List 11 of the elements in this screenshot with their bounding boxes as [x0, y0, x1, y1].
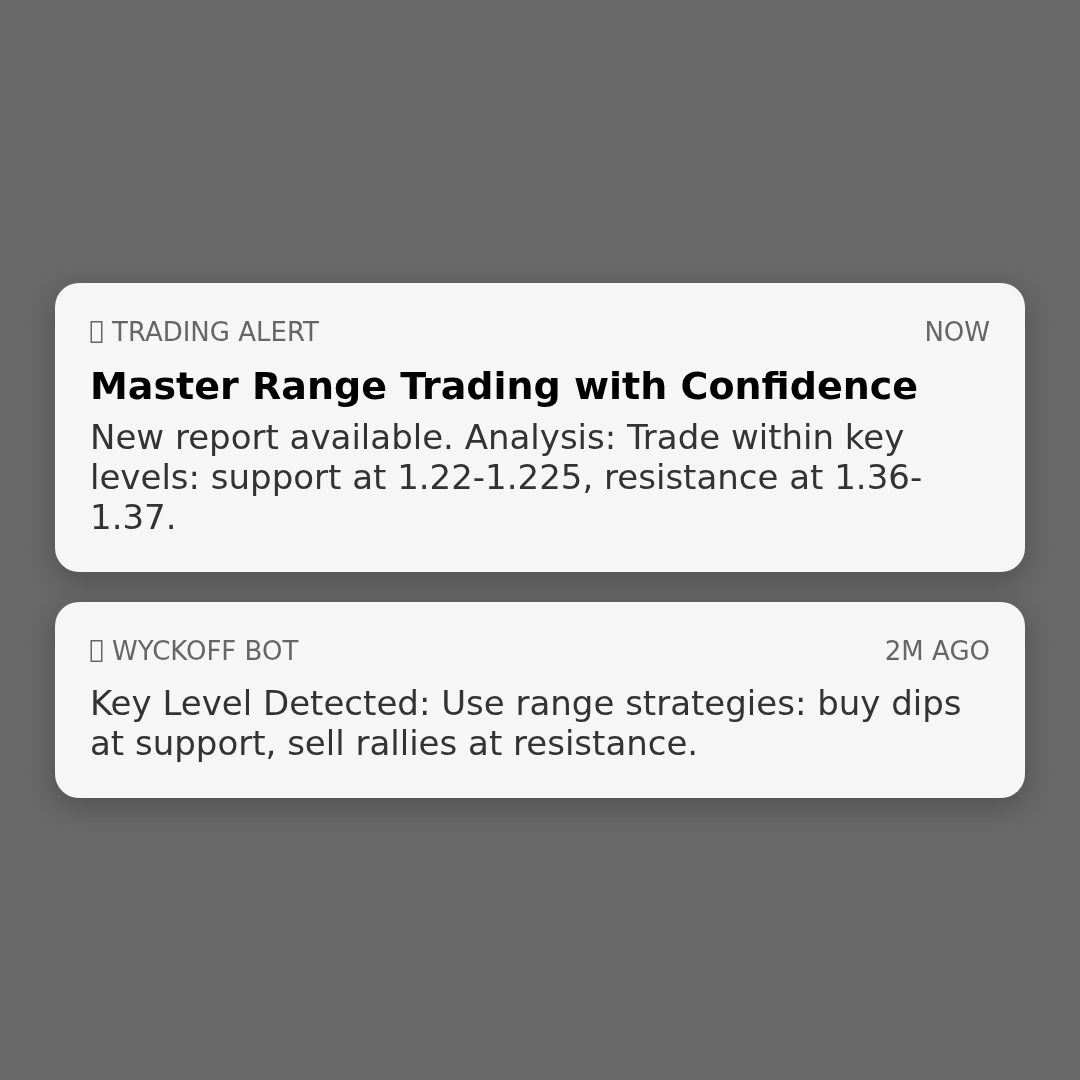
notification-card[interactable]: TRADING ALERT NOW Master Range Trading with Confidence New report available. Analysis: Trade within key levels: support at 1.22-1.225, resistance at 1.36-1.37.: [55, 282, 1025, 572]
timestamp: 2M AGO: [884, 635, 990, 666]
app-name: WYCKOFF BOT: [112, 635, 299, 666]
missing-glyph-icon: [90, 320, 103, 343]
timestamp: NOW: [924, 316, 990, 347]
missing-glyph-icon: [90, 639, 103, 662]
notification-message: Key Level Detected: Use range strategies: buy dips at support, sell rallies at resistance.: [90, 682, 963, 763]
notification-message: New report available. Analysis: Trade within key levels: support at 1.22-1.225, resistance at 1.36-1.37.: [90, 416, 924, 537]
notification-card[interactable]: WYCKOFF BOT 2M AGO Key Level Detected: Use range strategies: buy dips at support, sell rallies at resistance.: [55, 601, 1025, 798]
notification-title: Master Range Trading with Confidence: [90, 363, 920, 408]
app-name: TRADING ALERT: [112, 316, 319, 347]
